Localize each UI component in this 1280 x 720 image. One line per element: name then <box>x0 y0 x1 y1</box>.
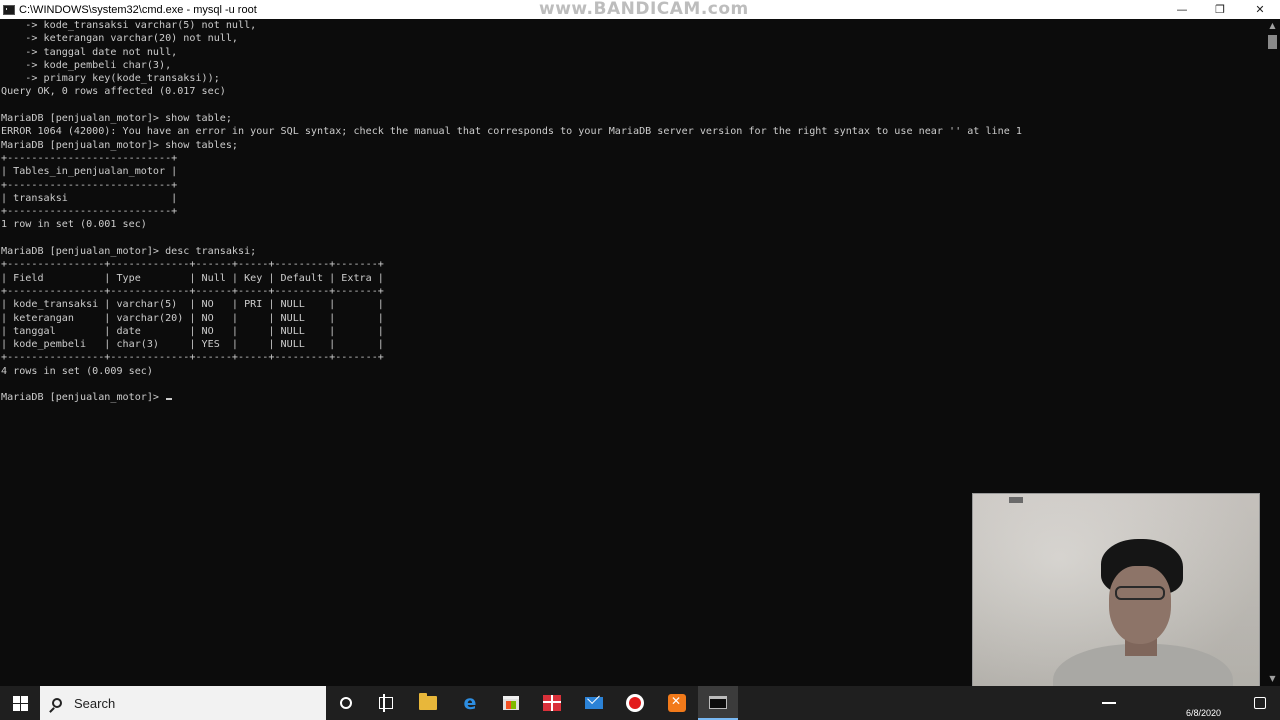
scrollbar-thumb[interactable] <box>1268 35 1277 49</box>
file-explorer-button[interactable] <box>408 686 448 720</box>
console-prompt: MariaDB [penjualan_motor]> <box>1 392 166 404</box>
close-button[interactable]: ✕ <box>1240 0 1280 19</box>
notification-icon <box>1254 697 1266 709</box>
console-line: -> primary key(kode_transaksi)); <box>1 73 220 85</box>
minimize-icon: — <box>1176 3 1188 16</box>
console-line: MariaDB [penjualan_motor]> desc transaks… <box>1 246 257 258</box>
console-line: +---------------------------+ <box>1 152 178 164</box>
task-view-button[interactable] <box>366 686 406 720</box>
file-explorer-icon <box>419 693 437 710</box>
close-icon: ✕ <box>1255 3 1265 16</box>
wall-frame <box>1009 497 1023 503</box>
console-line: MariaDB [penjualan_motor]> show table; <box>1 113 232 125</box>
console-line: -> kode_pembeli char(3), <box>1 59 172 71</box>
webcam-overlay <box>972 493 1260 709</box>
console-line: MariaDB [penjualan_motor]> show tables; <box>1 139 239 151</box>
taskbar: Search e 6/8/2020 <box>0 686 1280 720</box>
console-line: +----------------+-------------+------+-… <box>1 352 384 364</box>
console-line: | kode_pembeli | char(3) | YES | | NULL … <box>1 339 384 351</box>
console-line: 4 rows in set (0.009 sec) <box>1 365 153 377</box>
maximize-button[interactable]: ❐ <box>1200 0 1240 19</box>
store-button[interactable] <box>491 686 531 720</box>
console-prompt-line[interactable]: MariaDB [penjualan_motor]> <box>0 391 1265 404</box>
console-text: -> kode_transaksi varchar(5) not null, -… <box>0 19 1265 391</box>
person-face <box>1109 566 1171 644</box>
console-line: Query OK, 0 rows affected (0.017 sec) <box>1 86 226 98</box>
taskbar-date[interactable]: 6/8/2020 <box>1186 708 1221 718</box>
cmd-icon <box>3 4 15 15</box>
recording-watermark: www.BANDICAM.com <box>539 0 749 19</box>
console-line: +----------------+-------------+------+-… <box>1 285 384 297</box>
console-line: -> tanggal date not null, <box>1 46 178 58</box>
console-line: | keterangan | varchar(20) | NO | | NULL… <box>1 312 384 324</box>
console-line: | transaksi | <box>1 192 178 204</box>
console-line: +----------------+-------------+------+-… <box>1 259 384 271</box>
scroll-down-icon[interactable]: ▼ <box>1265 672 1280 686</box>
console-line: | Field | Type | Null | Key | Default | … <box>1 272 384 284</box>
windows-logo-icon <box>12 695 28 711</box>
task-view-icon <box>379 694 393 712</box>
tray-indicator[interactable] <box>1102 686 1116 720</box>
search-label: Search <box>74 695 116 711</box>
console-line: -> keterangan varchar(20) not null, <box>1 33 239 45</box>
cmd-taskbar-button[interactable] <box>698 686 738 720</box>
scroll-up-icon[interactable]: ▲ <box>1265 19 1280 33</box>
console-line: +---------------------------+ <box>1 179 178 191</box>
console-line: -> kode_transaksi varchar(5) not null, <box>1 20 257 31</box>
action-center-button[interactable] <box>1254 686 1266 720</box>
gift-app-button[interactable] <box>532 686 572 720</box>
bandicam-button[interactable] <box>615 686 655 720</box>
cortana-icon <box>340 697 352 709</box>
console-line: 1 row in set (0.001 sec) <box>1 219 147 231</box>
cortana-button[interactable] <box>326 686 366 720</box>
text-cursor <box>166 398 173 401</box>
console-line: | kode_transaksi | varchar(5) | NO | PRI… <box>1 299 384 311</box>
mail-icon <box>585 697 603 709</box>
record-icon <box>626 694 644 712</box>
mail-button[interactable] <box>574 686 614 720</box>
console-line: | Tables_in_penjualan_motor | <box>1 166 178 178</box>
edge-icon: e <box>463 692 477 714</box>
console-line: +---------------------------+ <box>1 206 178 218</box>
tray-icon <box>1102 702 1116 704</box>
minimize-button[interactable]: — <box>1162 0 1202 19</box>
person-glasses <box>1115 586 1165 600</box>
gift-icon <box>543 695 561 711</box>
window-title: C:\WINDOWS\system32\cmd.exe - mysql -u r… <box>19 3 257 16</box>
taskbar-search-box[interactable]: Search <box>40 686 326 720</box>
console-line: ERROR 1064 (42000): You have an error in… <box>1 126 1022 138</box>
start-button[interactable] <box>0 686 40 720</box>
search-icon <box>52 698 62 708</box>
restore-icon: ❐ <box>1215 3 1225 16</box>
edge-button[interactable]: e <box>450 686 490 720</box>
xampp-icon <box>668 694 686 712</box>
store-icon <box>503 696 519 710</box>
xampp-button[interactable] <box>657 686 697 720</box>
vertical-scrollbar[interactable]: ▲ ▼ <box>1265 19 1280 686</box>
cmd-icon <box>709 695 727 709</box>
console-line: | tanggal | date | NO | | NULL | | <box>1 325 384 337</box>
